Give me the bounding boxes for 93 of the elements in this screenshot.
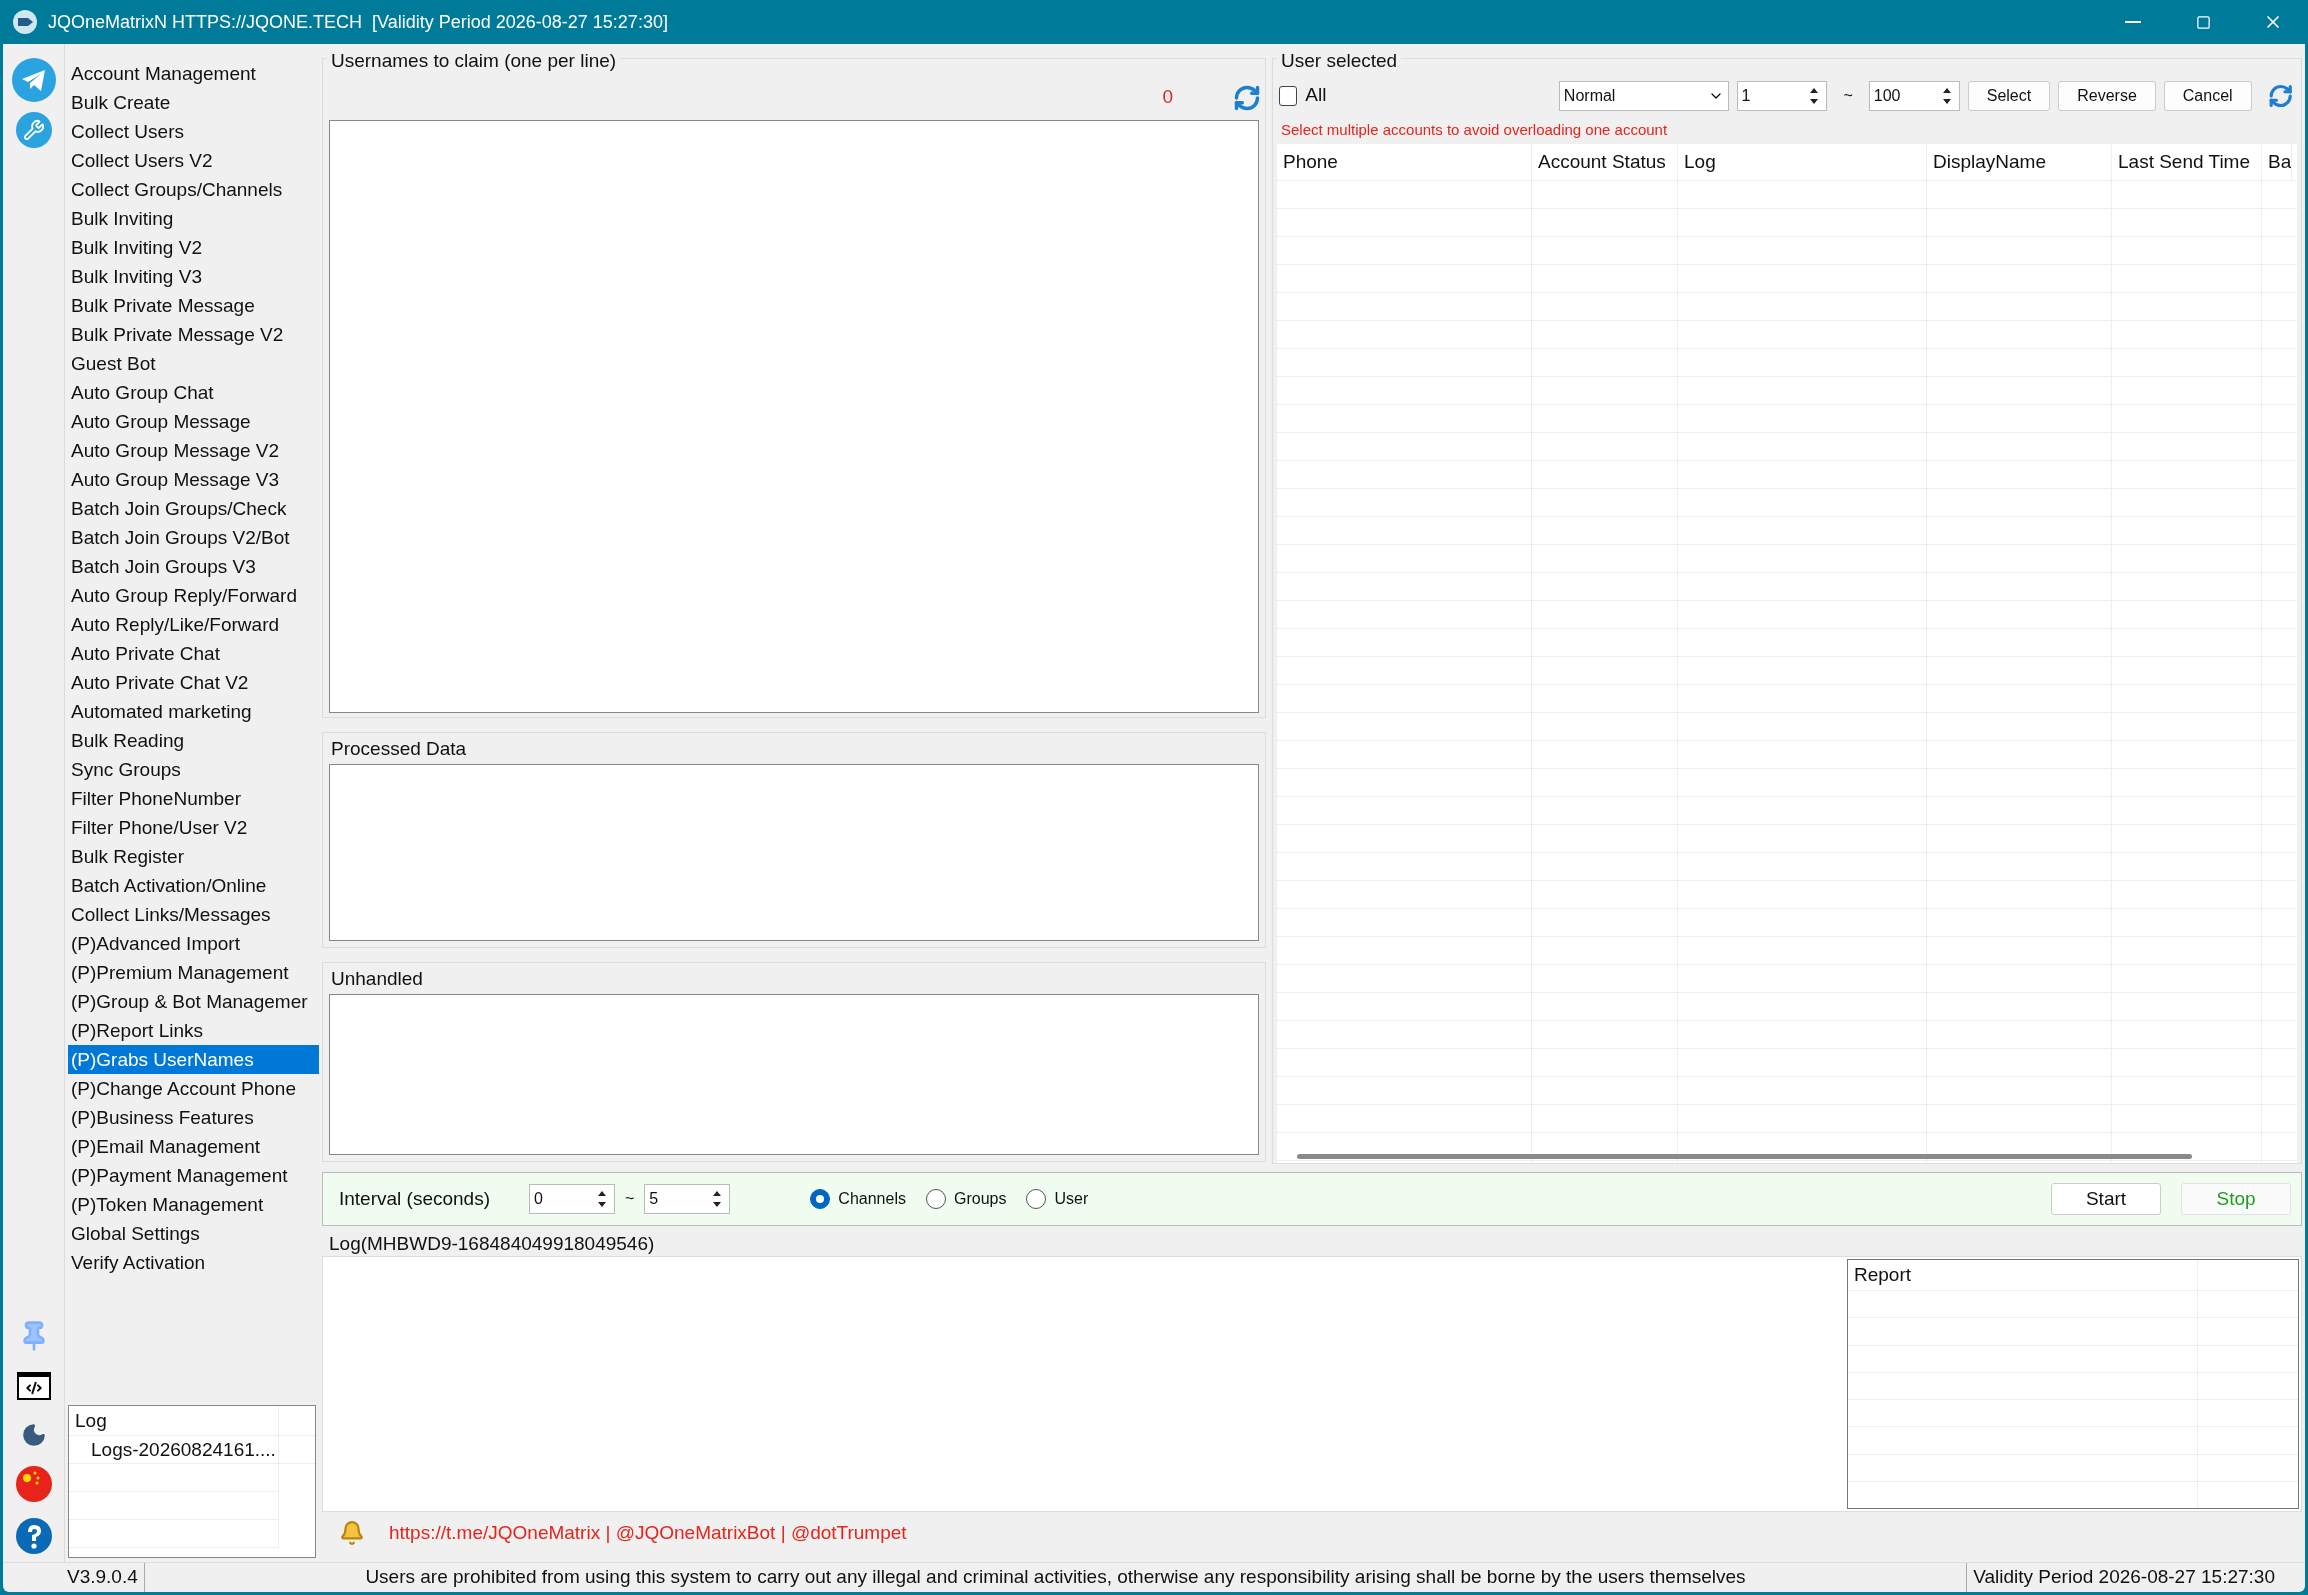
sidebar-item[interactable]: Batch Activation/Online [68,871,319,900]
claim-count: 0 [1162,85,1173,110]
range-to-spinner[interactable]: 100 [1868,80,1960,111]
start-button[interactable]: Start [2051,1183,2161,1215]
radio-button[interactable] [810,1189,831,1209]
interval-to-spinner[interactable]: 5 [644,1184,731,1214]
sidebar-item[interactable]: Verify Activation [68,1248,319,1277]
column-header: DisplayName [1927,143,2112,180]
sidebar-item[interactable]: Auto Private Chat V2 [68,668,319,697]
log-file-item[interactable]: Logs-20260824161.... [69,1436,279,1463]
sidebar-item[interactable]: Auto Group Message V2 [68,436,319,465]
sidebar-item[interactable]: Collect Links/Messages [68,900,319,929]
column-header: Last Send Time [2112,143,2262,180]
sidebar-item[interactable]: (P)Group & Bot Managemer [68,987,319,1016]
flag-icon[interactable] [15,1466,52,1502]
window-title: JQOneMatrixN HTTPS://JQONE.TECH [Validity Period 2026-08-27 15:27:30] [48,10,668,34]
sidebar-item[interactable]: (P)Token Management [68,1190,319,1219]
column-header: Log [69,1406,279,1435]
sidebar-item[interactable]: Collect Users V2 [68,146,319,175]
sidebar-item[interactable]: Bulk Private Message [68,291,319,320]
legal-notice: Users are prohibited from using this system to carry out any illegal and criminal activities, otherwise any responsibility arising shall be borne by the users themselves [364,1565,1747,1590]
radio-button[interactable] [925,1189,946,1209]
usernames-field[interactable] [329,119,1259,713]
all-checkbox[interactable] [1279,85,1298,106]
sidebar-item[interactable]: (P)Grabs UserNames [68,1045,319,1074]
column-header: Phone [1277,143,1532,180]
paper-plane-icon[interactable] [11,58,56,102]
sidebar-item[interactable]: Bulk Inviting V2 [68,233,319,262]
column-header: Log [1678,143,1927,180]
sidebar-item[interactable]: Auto Group Chat [68,378,319,407]
tools-icon[interactable] [15,112,52,148]
sidebar-item[interactable]: Filter Phone/User V2 [68,813,319,842]
sidebar-item[interactable]: Filter PhoneNumber [68,784,319,813]
range-separator: ~ [1842,85,1854,106]
moon-icon[interactable] [20,1422,47,1448]
unhandled-field[interactable] [329,993,1259,1155]
sidebar-item[interactable]: Bulk Private Message V2 [68,320,319,349]
mode-dropdown[interactable]: Normal [1558,80,1729,111]
radio-label: Channels [838,1189,906,1209]
sidebar-item[interactable]: Bulk Inviting [68,204,319,233]
sidebar-item[interactable]: Automated marketing [68,697,319,726]
version-label: V3.9.0.4 [3,1563,145,1592]
sidebar-item[interactable]: Batch Join Groups/Check [68,494,319,523]
processed-data-field[interactable] [329,763,1259,941]
radio-label: User [1054,1189,1089,1209]
sidebar-item[interactable]: Guest Bot [68,349,319,378]
sidebar-item[interactable]: (P)Business Features [68,1103,319,1132]
sidebar-item[interactable]: (P)Change Account Phone [68,1074,319,1103]
sidebar-item[interactable]: Bulk Register [68,842,319,871]
sidebar-item[interactable]: (P)Report Links [68,1016,319,1045]
sidebar-item[interactable]: Collect Groups/Channels [68,175,319,204]
bell-icon[interactable] [339,1520,365,1546]
minimize-icon [2125,21,2141,23]
action-button[interactable]: Select [1967,80,2051,111]
sidebar-item[interactable]: Batch Join Groups V3 [68,552,319,581]
sidebar-item[interactable]: (P)Email Management [68,1132,319,1161]
sidebar-item[interactable]: Auto Reply/Like/Forward [68,610,319,639]
sidebar-item[interactable]: Collect Users [68,117,319,146]
sidebar-item[interactable]: (P)Advanced Import [68,929,319,958]
sidebar-item[interactable]: Bulk Reading [68,726,319,755]
warning-hint: Select multiple accounts to avoid overloading one account [1280,119,1669,140]
sidebar-item[interactable]: Global Settings [68,1219,319,1248]
sidebar-item[interactable]: Auto Private Chat [68,639,319,668]
log-title: Log(MHBWD9-168484049918049546) [328,1232,656,1256]
column-header: Account Status [1532,143,1678,180]
help-icon[interactable] [15,1518,52,1554]
sidebar-item[interactable]: Sync Groups [68,755,319,784]
app-logo-icon [12,9,38,35]
radio-label: Groups [953,1189,1007,1209]
sidebar-item[interactable]: Auto Group Reply/Forward [68,581,319,610]
range-from-spinner[interactable]: 1 [1736,80,1828,111]
checkbox-label: All [1305,83,1328,108]
action-button[interactable]: Reverse [2058,80,2156,111]
sidebar-item[interactable]: Auto Group Message V3 [68,465,319,494]
sidebar-item[interactable]: Bulk Create [68,88,319,117]
range-separator: ~ [624,1189,636,1209]
maximize-icon [2195,14,2211,30]
interval-from-spinner[interactable]: 0 [529,1184,615,1214]
sidebar-item[interactable]: Auto Group Message [68,407,319,436]
sidebar-item[interactable]: (P)Premium Management [68,958,319,987]
column-header: Report [1848,1260,2198,1290]
sidebar-item[interactable]: Account Management [68,59,319,88]
interval-label: Interval (seconds) [339,1186,491,1211]
code-window-icon[interactable] [16,1372,51,1400]
sidebar-item[interactable]: Batch Join Groups V2/Bot [68,523,319,552]
radio-button[interactable] [1026,1189,1047,1209]
column-header: Ba [2262,143,2292,180]
contact-links[interactable]: https://t.me/JQOneMatrix | @JQOneMatrixBot | @dotTrumpet [389,1518,907,1548]
refresh-icon[interactable] [1233,83,1261,112]
sidebar-item[interactable]: Bulk Inviting V3 [68,262,319,291]
sidebar-item[interactable]: (P)Payment Management [68,1161,319,1190]
validity-label: Validity Period 2026-08-27 15:27:30 [1966,1563,2305,1592]
action-button[interactable]: Cancel [2163,80,2252,111]
